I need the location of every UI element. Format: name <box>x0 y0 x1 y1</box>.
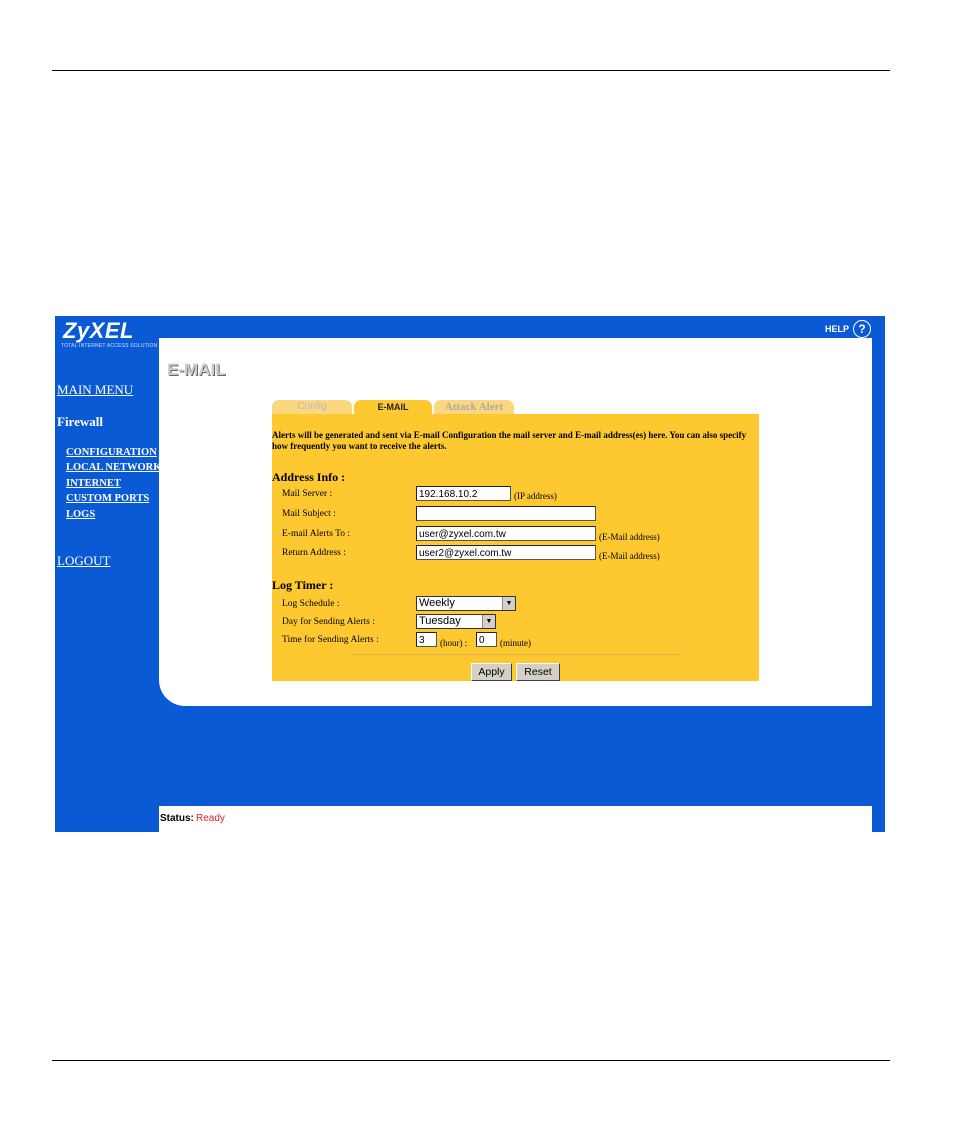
log-schedule-select[interactable]: Weekly ▼ <box>416 596 516 611</box>
zyxel-logo: ZyXEL <box>63 318 134 343</box>
return-address-input[interactable]: user2@zyxel.com.tw <box>416 545 596 560</box>
main-menu-link[interactable]: MAIN MENU <box>57 382 133 398</box>
day-value: Tuesday <box>419 615 461 627</box>
sidebar-item-internet[interactable]: INTERNET <box>66 478 121 489</box>
apply-button[interactable]: Apply <box>471 663 512 681</box>
status-label: Status: <box>160 813 194 824</box>
tab-attack-alert[interactable]: Attack Alert <box>434 400 514 414</box>
day-select[interactable]: Tuesday ▼ <box>416 614 496 629</box>
status-value: Ready <box>196 813 225 824</box>
alerts-to-input[interactable]: user@zyxel.com.tw <box>416 526 596 541</box>
chevron-down-icon: ▼ <box>502 597 515 610</box>
tab-email[interactable]: E-MAIL <box>354 400 432 414</box>
minute-unit: (minute) <box>500 638 531 648</box>
logout-link[interactable]: LOGOUT <box>57 553 110 569</box>
mail-server-input[interactable]: 192.168.10.2 <box>416 486 511 501</box>
main-content: E-MAIL Config E-MAIL Attack Alert Alerts… <box>159 338 872 706</box>
page-title: E-MAIL <box>167 360 226 379</box>
intro-text: Alerts will be generated and sent via E-… <box>272 430 747 451</box>
sidebar-item-custom-ports[interactable]: CUSTOM PORTS <box>66 493 149 504</box>
return-address-note: (E-Mail address) <box>599 551 660 561</box>
chevron-down-icon: ▼ <box>482 615 495 628</box>
log-schedule-label: Log Schedule : <box>282 599 340 609</box>
help-label: HELP <box>824 324 849 334</box>
status-bar: Status: Ready <box>159 806 872 832</box>
page-top-rule <box>52 70 890 71</box>
logo-tagline: TOTAL INTERNET ACCESS SOLUTION <box>61 343 158 349</box>
help-button[interactable]: HELP ? <box>825 320 871 338</box>
tab-config[interactable]: Config <box>272 400 352 414</box>
hour-input[interactable]: 3 <box>416 632 437 647</box>
sidebar-item-logs[interactable]: LOGS <box>66 509 95 520</box>
reset-button[interactable]: Reset <box>516 663 560 681</box>
router-web-configurator: ZyXEL TOTAL INTERNET ACCESS SOLUTION MAI… <box>55 316 885 832</box>
log-schedule-value: Weekly <box>419 597 455 609</box>
divider <box>352 654 679 655</box>
mail-subject-input[interactable] <box>416 506 596 521</box>
minute-input[interactable]: 0 <box>476 632 497 647</box>
alerts-to-label: E-mail Alerts To : <box>282 529 351 539</box>
sidebar: ZyXEL TOTAL INTERNET ACCESS SOLUTION MAI… <box>55 316 161 832</box>
alerts-to-note: (E-Mail address) <box>599 532 660 542</box>
log-timer-heading: Log Timer : <box>272 578 334 592</box>
sidebar-item-local-network[interactable]: LOCAL NETWORK <box>66 462 161 473</box>
sidebar-section-title: Firewall <box>57 414 103 429</box>
address-info-heading: Address Info : <box>272 470 346 484</box>
sidebar-item-configuration[interactable]: CONFIGURATION <box>66 447 157 458</box>
mail-server-label: Mail Server : <box>282 489 333 499</box>
mail-server-note: (IP address) <box>514 491 557 501</box>
hour-unit: (hour) : <box>440 638 468 648</box>
mail-subject-label: Mail Subject : <box>282 509 336 519</box>
return-address-label: Return Address : <box>282 548 346 558</box>
help-icon: ? <box>853 320 871 338</box>
page-bottom-rule <box>52 1060 890 1061</box>
day-label: Day for Sending Alerts : <box>282 617 375 627</box>
time-label: Time for Sending Alerts : <box>282 635 379 645</box>
email-settings-panel: Alerts will be generated and sent via E-… <box>272 414 759 681</box>
